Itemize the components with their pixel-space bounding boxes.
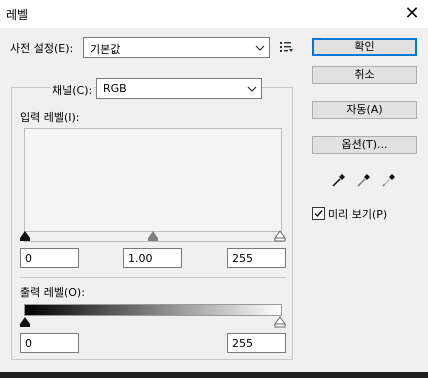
- preset-options-icon[interactable]: [279, 40, 293, 54]
- checkmark-icon: [314, 210, 323, 218]
- preview-checkbox[interactable]: [312, 207, 325, 220]
- input-gamma-slider[interactable]: [147, 230, 159, 242]
- close-icon[interactable]: ✕: [402, 4, 422, 24]
- title-bar: [0, 0, 428, 28]
- input-black-field[interactable]: 0: [20, 248, 79, 268]
- input-levels-label: 입력 레벨(I):: [20, 111, 80, 124]
- input-white-field[interactable]: 255: [227, 248, 286, 268]
- output-gradient: [24, 304, 282, 316]
- histogram: [24, 128, 282, 232]
- chevron-down-icon: [247, 86, 257, 92]
- chevron-down-icon: [255, 45, 265, 51]
- output-levels-label: 출력 레벨(O):: [20, 286, 85, 299]
- output-black-field[interactable]: 0: [20, 333, 79, 353]
- input-gamma-field[interactable]: 1.00: [123, 248, 182, 268]
- preset-select[interactable]: 기본값: [83, 37, 270, 58]
- options-button[interactable]: 옵션(T)...: [312, 136, 417, 154]
- channel-select[interactable]: RGB: [96, 78, 262, 99]
- input-gamma-value: 1.00: [128, 252, 153, 265]
- output-black-value: 0: [25, 337, 32, 350]
- ok-button[interactable]: 확인: [312, 38, 417, 56]
- window-title: 레벨: [6, 8, 29, 22]
- white-eyedropper-icon[interactable]: [381, 172, 397, 188]
- auto-button[interactable]: 자동(A): [312, 101, 417, 119]
- input-white-slider[interactable]: [274, 230, 286, 242]
- preset-label: 사전 설정(E):: [10, 42, 74, 55]
- input-white-value: 255: [232, 252, 253, 265]
- channel-value: RGB: [103, 82, 127, 95]
- gray-eyedropper-icon[interactable]: [356, 172, 372, 188]
- bottom-edge: [0, 372, 428, 378]
- divider: [20, 277, 286, 278]
- output-white-value: 255: [232, 337, 253, 350]
- output-white-field[interactable]: 255: [227, 333, 286, 353]
- input-black-slider[interactable]: [19, 230, 31, 242]
- input-black-value: 0: [25, 252, 32, 265]
- preview-label: 미리 보기(P): [328, 208, 388, 221]
- cancel-button[interactable]: 취소: [312, 66, 417, 84]
- output-black-slider[interactable]: [19, 316, 31, 328]
- preset-value: 기본값: [90, 43, 121, 56]
- output-white-slider[interactable]: [274, 316, 286, 328]
- black-eyedropper-icon[interactable]: [331, 172, 347, 188]
- channel-label: 채널(C):: [50, 82, 95, 98]
